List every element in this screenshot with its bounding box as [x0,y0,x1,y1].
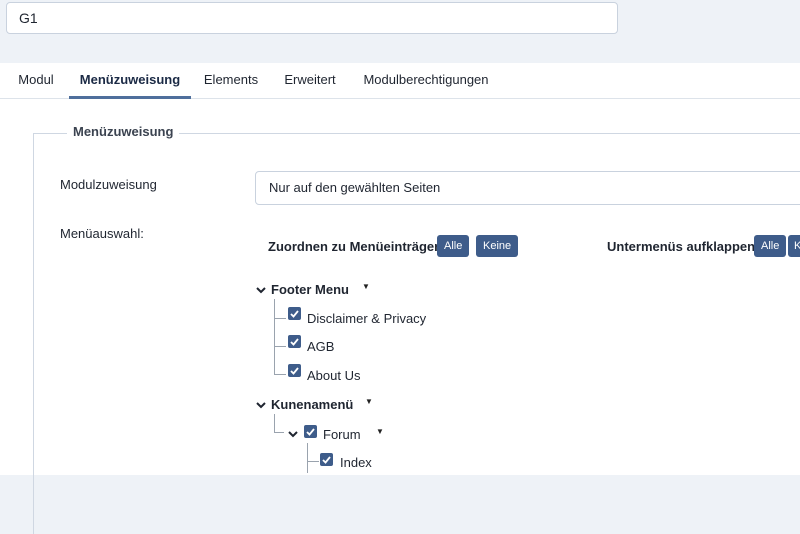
assign-all-button[interactable]: Alle [437,235,470,257]
tree-connector [307,461,319,462]
module-title-input[interactable]: G1 [6,2,618,34]
check-icon [290,338,299,346]
checkbox-about-us[interactable] [288,364,301,377]
checkbox-index[interactable] [320,453,333,466]
expand-submenus-header: Untermenüs aufklappen [607,239,756,254]
checkbox-agb[interactable] [288,335,301,348]
tree-connector [307,443,308,473]
check-icon [290,310,299,318]
chevron-down-icon[interactable] [255,284,267,296]
tree-item-index: Index [340,455,372,470]
menu-selection-label: Menüauswahl: [60,226,144,241]
check-icon [322,456,331,464]
module-edit-panel: Modul Menüzuweisung Elements Erweitert M… [0,63,800,534]
tree-connector [274,346,286,347]
caret-down-icon[interactable]: ▼ [358,395,380,411]
tree-node-footer-menu: Footer Menu [271,282,349,297]
checkbox-disclaimer[interactable] [288,307,301,320]
tab-bar: Modul Menüzuweisung Elements Erweitert M… [0,63,800,99]
tree-item-about-us: About Us [307,368,361,383]
tree-node-forum: Forum [323,427,361,442]
module-assignment-label: Modulzuweisung [60,177,157,192]
assign-menu-items-header: Zuordnen zu Menüeinträgen [268,239,443,254]
tree-node-kunden-menu: Kunenamenü [271,397,354,412]
tree-item-agb: AGB [307,339,335,354]
tree-connector [274,318,286,319]
fieldset-legend: Menüzuweisung [67,124,180,139]
tab-menuzuweisung[interactable]: Menüzuweisung [69,63,191,99]
tab-elements[interactable]: Elements [196,63,266,98]
tree-connector [274,374,286,375]
tree-connector [274,414,275,432]
tree-item-disclaimer: Disclaimer & Privacy [307,311,427,326]
module-assignment-select[interactable]: Nur auf den gewählten Seiten [255,171,800,205]
tree-connector [274,299,275,374]
caret-down-icon[interactable]: ▼ [355,280,377,296]
checkbox-forum[interactable] [304,425,317,438]
expand-all-button[interactable]: Alle [754,235,787,257]
check-icon [290,367,299,375]
assign-none-button[interactable]: Keine [476,235,519,257]
tab-erweitert[interactable]: Erweitert [276,63,344,98]
chevron-down-icon[interactable] [287,428,299,440]
chevron-down-icon[interactable] [255,399,267,411]
tab-modul[interactable]: Modul [8,63,64,98]
tree-connector [274,432,284,433]
check-icon [306,428,315,436]
tab-modulberechtigungen[interactable]: Modulberechtigungen [355,63,497,98]
expand-none-button[interactable]: K [788,235,800,257]
caret-down-icon[interactable]: ▼ [369,425,391,441]
